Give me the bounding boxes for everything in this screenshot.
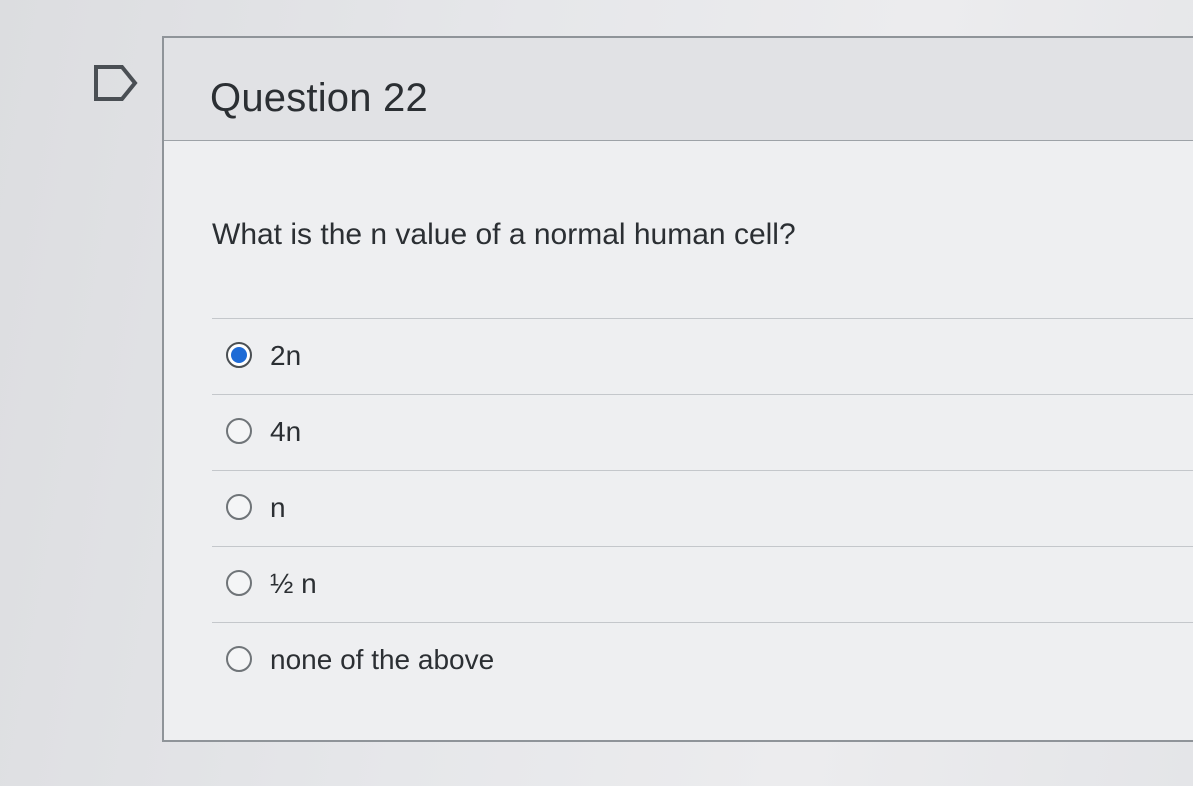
radio-button[interactable] <box>226 646 252 672</box>
answer-list: 2n 4n n ½ n none of the above <box>212 319 1193 698</box>
answer-option-n[interactable]: n <box>212 471 1193 547</box>
answer-option-4n[interactable]: 4n <box>212 395 1193 471</box>
answer-option-none[interactable]: none of the above <box>212 623 1193 698</box>
radio-button[interactable] <box>226 570 252 596</box>
answer-option-2n[interactable]: 2n <box>212 319 1193 395</box>
question-header: Question 22 <box>164 38 1193 141</box>
answer-label[interactable]: 4n <box>270 416 301 448</box>
answer-label[interactable]: n <box>270 492 286 524</box>
answer-label[interactable]: ½ n <box>270 568 317 600</box>
radio-button[interactable] <box>226 418 252 444</box>
answer-label[interactable]: 2n <box>270 340 301 372</box>
flag-question-icon[interactable] <box>92 64 140 102</box>
radio-button[interactable] <box>226 494 252 520</box>
question-title: Question 22 <box>210 76 428 120</box>
question-card: Question 22 What is the n value of a nor… <box>162 36 1193 742</box>
answer-label[interactable]: none of the above <box>270 644 494 676</box>
radio-button-selected[interactable] <box>226 342 252 368</box>
question-text: What is the n value of a normal human ce… <box>212 218 796 251</box>
answer-option-half-n[interactable]: ½ n <box>212 547 1193 623</box>
